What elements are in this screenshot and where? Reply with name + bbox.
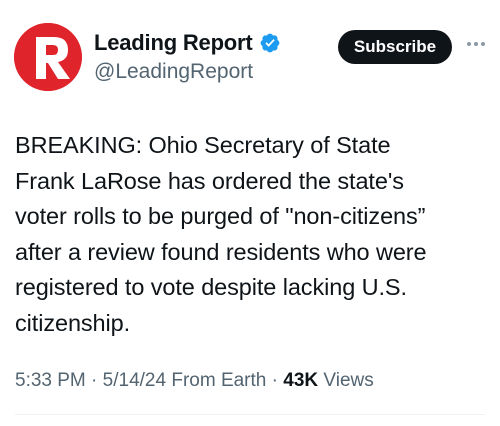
dot <box>467 42 471 46</box>
avatar[interactable]: LEADING <box>14 23 82 91</box>
display-name[interactable]: Leading Report <box>94 30 253 56</box>
divider <box>15 414 485 415</box>
views-label: Views <box>318 370 374 391</box>
author-handle[interactable]: @LeadingReport <box>94 60 253 84</box>
avatar-text: LEADING <box>24 44 31 73</box>
author-name-row: Leading Report <box>94 30 281 56</box>
more-horizontal-icon[interactable] <box>462 34 490 54</box>
tweet-source: From Earth <box>166 370 267 391</box>
subscribe-button[interactable]: Subscribe <box>338 30 452 64</box>
tweet-time[interactable]: 5:33 PM <box>15 370 86 391</box>
meta-separator: · <box>266 370 284 391</box>
meta-separator: · <box>85 370 103 391</box>
tweet-date[interactable]: 5/14/24 <box>103 370 166 391</box>
tweet-meta: 5:33 PM · 5/14/24 From Earth · 43K Views <box>15 370 374 392</box>
views-count: 43K <box>283 370 319 391</box>
dot <box>474 42 478 46</box>
tweet-card: LEADING Leading Report @LeadingReport Su… <box>0 0 500 426</box>
leading-report-logo-icon: LEADING <box>14 23 82 91</box>
tweet-text: BREAKING: Ohio Secretary of State Frank … <box>15 132 427 336</box>
verified-badge-icon <box>259 32 281 54</box>
dot <box>481 42 485 46</box>
